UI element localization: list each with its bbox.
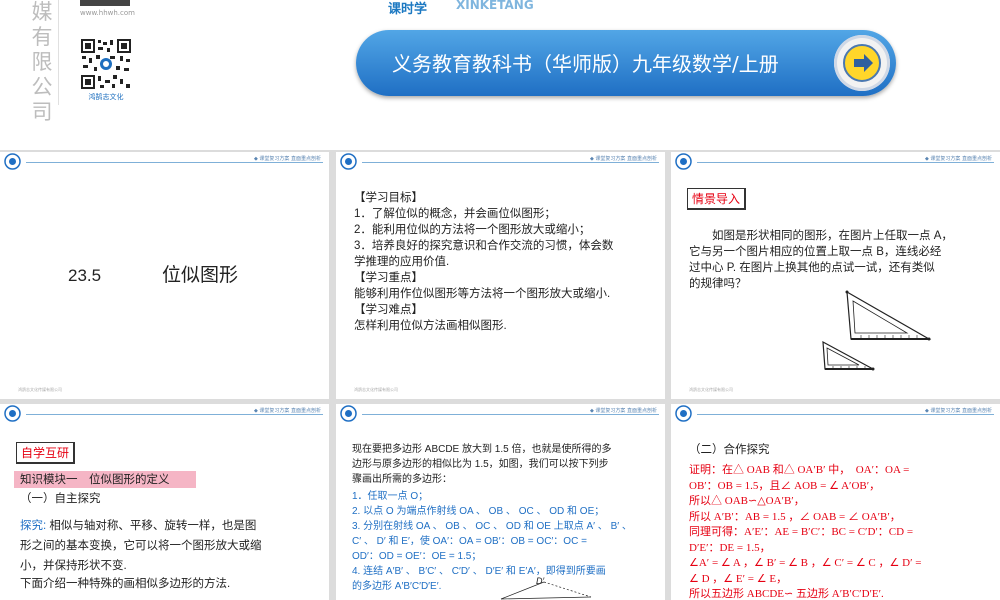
- explore-paragraph: 探究: 相似与轴对称、平移、旋转一样，也是图 形之间的基本变换，它可以将一个图形…: [20, 516, 310, 576]
- slide-thumbnail-4[interactable]: ◆ 课堂复习方案 直面重点剖析 自学互研 知识模块一 位似图形的定义 （一）自主…: [0, 404, 329, 600]
- header-tag: ◆ 课堂复习方案 直面重点剖析: [589, 156, 657, 162]
- textbook-banner: 义务教育教科书（华师版）九年级数学/上册: [356, 30, 896, 96]
- proof-line: 同理可得：A′E′：AE = B′C′：BC = C′D′：CD =: [689, 526, 914, 538]
- header-line: [697, 162, 994, 163]
- header-tag: ◆ 课堂复习方案 直面重点剖析: [924, 156, 992, 162]
- header-tag: ◆ 课堂复习方案 直面重点剖析: [924, 408, 992, 414]
- footer-text: 鸿鹄志文化传媒有限公司: [18, 387, 62, 392]
- text-line: 过中心 P. 在图片上换其他的点试一试，还有类似: [689, 262, 935, 274]
- text-line: 如图是形状相同的图形，在图片上任取一点 A，: [689, 230, 953, 242]
- vertical-char: 司: [31, 100, 53, 124]
- polygon-figure: [500, 581, 592, 600]
- logo-icon: [4, 405, 21, 422]
- proof-line: 所以五边形 ABCDE∽ 五边形 A′B′C′D′E′.: [689, 588, 884, 600]
- module-title: 知识模块一 位似图形的定义: [20, 474, 170, 486]
- logo-icon: [340, 405, 357, 422]
- proof-line: 所以△ OAB∽△OA′B′，: [689, 495, 805, 507]
- header-tag: ◆ 课堂复习方案 直面重点剖析: [253, 408, 321, 414]
- proof-body: 证明：在△ OAB 和△ OA′B′ 中， OA′：OA = OB′：OB = …: [689, 463, 921, 600]
- header-line: [26, 162, 323, 163]
- slide3-body: 如图是形状相同的图形，在图片上任取一点 A， 它与另一个图片相应的位置上取一点 …: [689, 228, 953, 292]
- subsection-title: （一）自主探究: [20, 493, 101, 505]
- text-line: 相似与轴对称、平移、旋转一样，也是图: [46, 520, 257, 532]
- text-line: 【学习重点】: [354, 272, 423, 284]
- text-line: 小，并保持形状不变.: [20, 560, 127, 572]
- text-line: 形之间的基本变换，它可以将一个图形放大或缩: [20, 540, 262, 552]
- slide-thumbnail-1[interactable]: ◆ 课堂复习方案 直面重点剖析 23.5 位似图形 鸿鹄志文化传媒有限公司: [0, 152, 329, 399]
- header-line: [697, 414, 994, 415]
- slide2-body: 【学习目标】 1．了解位似的概念，并会画位似图形； 2．能利用位似的方法将一个图…: [354, 190, 613, 334]
- text-line: 学推理的应用价值.: [354, 256, 450, 268]
- section-tag: 自学互研: [16, 442, 76, 464]
- logo-icon: [675, 153, 692, 170]
- text-line: 下面介绍一种特殊的画相似多边形的方法.: [20, 578, 231, 590]
- header-line: [362, 162, 659, 163]
- proof-line: 证明：在△ OAB 和△ OA′B′ 中， OA′：OA =: [689, 464, 910, 476]
- header-tag: ◆ 课堂复习方案 直面重点剖析: [589, 408, 657, 414]
- text-line: 骤画出所需的多边形：: [352, 474, 452, 485]
- step-line: 4. 连结 A′B′ 、 B′C′ 、 C′D′ 、 D′E′ 和 E′A′，即…: [352, 566, 606, 577]
- header-line: [362, 414, 659, 415]
- banner-title: 义务教育教科书（华师版）九年级数学/上册: [392, 52, 779, 76]
- text-line: 1．了解位似的概念，并会画位似图形；: [354, 208, 556, 220]
- proof-line: ∠A′ = ∠ A ，∠ B′ = ∠ B ，∠ C′ = ∠ C ，∠ D′ …: [689, 557, 922, 569]
- step-line: OD′：OD = OE′：OE = 1.5；: [352, 551, 482, 562]
- subsection-title: （二）合作探究: [689, 444, 770, 456]
- proof-line: OB′：OB = 1.5，且∠ AOB = ∠ A′OB′，: [689, 479, 881, 492]
- step-line: 1．任取一点 O；: [352, 491, 429, 502]
- text-line: 【学习难点】: [354, 304, 423, 316]
- section-title: 位似图形: [162, 265, 239, 286]
- text-line: 2．能利用位似的方法将一个图形放大或缩小；: [354, 224, 591, 236]
- triangle-rulers-figure: [822, 290, 932, 371]
- text-line: 【学习目标】: [354, 192, 423, 204]
- header-line: [26, 414, 323, 415]
- qr-code-icon: [80, 38, 132, 90]
- divider: [58, 0, 59, 105]
- slide-thumbnail-2[interactable]: ◆ 课堂复习方案 直面重点剖析 【学习目标】 1．了解位似的概念，并会画位似图形…: [336, 152, 665, 399]
- slide-thumbnail-3[interactable]: ◆ 课堂复习方案 直面重点剖析 情景导入 如图是形状相同的图形，在图片上任取一点…: [671, 152, 1000, 399]
- vertical-company-text: 媒 有 限 公 司: [28, 0, 56, 124]
- footer-text: 鸿鹄志文化传媒有限公司: [689, 387, 733, 392]
- text-line: 怎样利用位似方法画相似图形.: [354, 320, 507, 332]
- logo-icon: [4, 153, 21, 170]
- explore-label: 探究:: [20, 520, 47, 532]
- publisher-logo: [80, 0, 130, 6]
- logo-icon: [675, 405, 692, 422]
- brand-name-en: XINKETANG: [456, 0, 534, 12]
- section-number: 23.5: [68, 266, 102, 285]
- arrow-right-icon: [843, 44, 881, 82]
- slide-thumbnail-6[interactable]: ◆ 课堂复习方案 直面重点剖析 （二）合作探究 证明：在△ OAB 和△ OA′…: [671, 404, 1000, 600]
- vertical-char: 限: [31, 50, 53, 74]
- proof-line: 所以 A′B′：AB = 1.5 ，∠ OAB = ∠ OA′B′，: [689, 510, 901, 523]
- text-line: 边形与原多边形的相似比为 1.5，如图，我们可以按下列步: [352, 459, 609, 470]
- qr-caption: 鸿鹄志文化: [88, 93, 124, 101]
- footer-text: 鸿鹄志文化传媒有限公司: [354, 387, 398, 392]
- step-line: C′ 、 D′ 和 E′，使 OA′：OA = OB′：OB = OC′：OC …: [352, 536, 587, 547]
- slide-thumbnail-5[interactable]: ◆ 课堂复习方案 直面重点剖析 现在要把多边形 ABCDE 放大到 1.5 倍，…: [336, 404, 665, 600]
- top-banner-area: 媒 有 限 公 司 www.hhwh.com 鸿鹄志文化 课时学 XINKETA…: [0, 0, 1000, 150]
- text-line: 它与另一个图片相应的位置上取一点 B，连线必经: [689, 246, 942, 258]
- logo-icon: [340, 153, 357, 170]
- vertical-char: 公: [31, 75, 53, 99]
- next-arrow-button[interactable]: [834, 35, 890, 91]
- step-line: 3. 分别在射线 OA 、 OB 、 OC 、 OD 和 OE 上取点 A′ 、…: [352, 521, 632, 532]
- slide5-intro: 现在要把多边形 ABCDE 放大到 1.5 倍，也就是使所得的多 边形与原多边形…: [352, 442, 611, 487]
- brand-name: 课时学: [388, 2, 428, 17]
- vertical-char: 有: [31, 25, 53, 49]
- publisher-url: www.hhwh.com: [80, 9, 135, 17]
- proof-line: D′E′：DE = 1.5，: [689, 541, 771, 554]
- text-line: 能够利用作位似图形等方法将一个图形放大或缩小.: [354, 288, 611, 300]
- header-tag: ◆ 课堂复习方案 直面重点剖析: [253, 156, 321, 162]
- text-line: 3．培养良好的探究意识和合作交流的习惯，体会数: [354, 240, 614, 252]
- vertical-char: 媒: [31, 0, 53, 24]
- step-line: 2. 以点 O 为端点作射线 OA 、 OB 、 OC 、 OD 和 OE；: [352, 506, 605, 517]
- section-tag: 情景导入: [687, 188, 747, 210]
- proof-line: ∠ D ，∠ E′ = ∠ E，: [689, 572, 788, 585]
- text-line: 现在要把多边形 ABCDE 放大到 1.5 倍，也就是使所得的多: [352, 444, 612, 455]
